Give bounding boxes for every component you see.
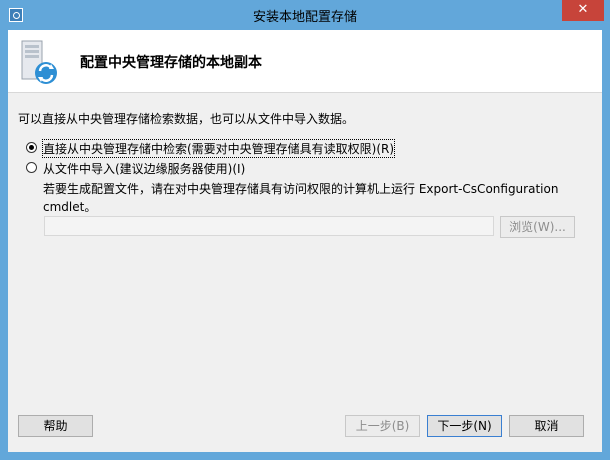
browse-button[interactable]: 浏览(W)...	[500, 216, 575, 238]
next-button[interactable]: 下一步(N)	[427, 415, 502, 437]
import-note: 若要生成配置文件，请在对中央管理存储具有访问权限的计算机上运行 Export-C…	[43, 182, 559, 214]
option-label: 直接从中央管理存储中检索(需要对中央管理存储具有读取权限)(R)	[41, 139, 396, 158]
file-path-input[interactable]	[44, 216, 494, 236]
intro-text: 可以直接从中央管理存储检索数据，也可以从文件中导入数据。	[18, 112, 355, 126]
help-button[interactable]: 帮助	[18, 415, 93, 437]
radio-import-file[interactable]	[26, 162, 37, 173]
window-title: 安装本地配置存储	[252, 10, 357, 25]
dialog-body: 配置中央管理存储的本地副本 可以直接从中央管理存储检索数据，也可以从文件中导入数…	[8, 30, 602, 452]
page-title: 配置中央管理存储的本地副本	[80, 55, 262, 71]
back-button[interactable]: 上一步(B)	[345, 415, 420, 437]
title-bar: 安装本地配置存储 ✕	[0, 0, 610, 30]
close-button[interactable]: ✕	[562, 0, 604, 21]
radio-retrieve-central[interactable]	[26, 142, 37, 153]
dialog-window: 安装本地配置存储 ✕ 配置中央管理存储的本地副本 可以直接从中央管理存储检索数据…	[0, 0, 610, 460]
wizard-header: 配置中央管理存储的本地副本	[8, 30, 602, 93]
server-refresh-icon	[21, 40, 57, 84]
option-label: 从文件中导入(建议边缘服务器使用)(I)	[43, 162, 246, 176]
cancel-button[interactable]: 取消	[509, 415, 584, 437]
